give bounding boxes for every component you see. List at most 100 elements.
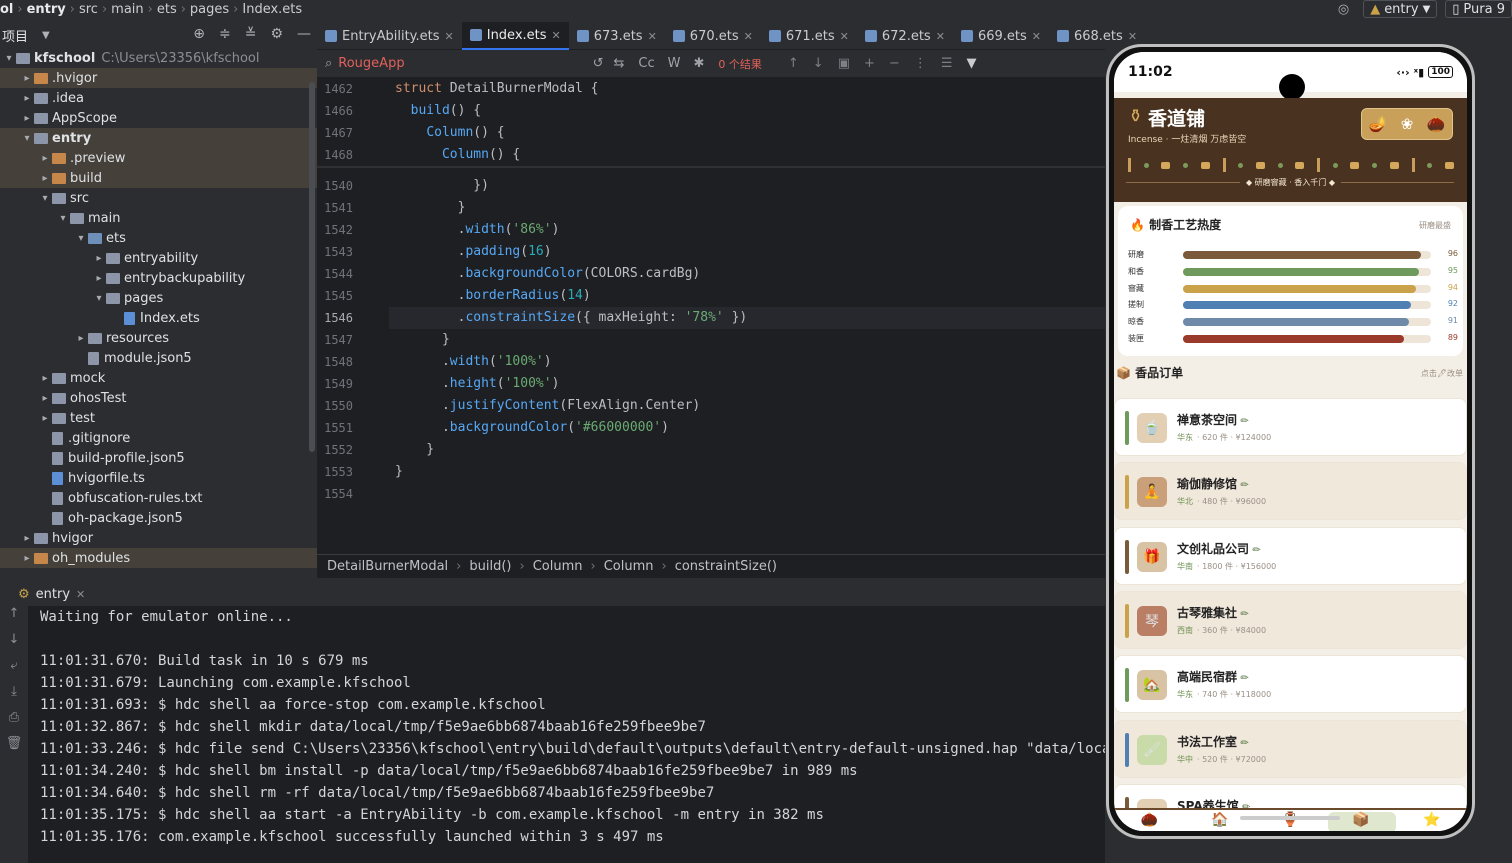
chevron-right-icon[interactable]: ▸: [38, 373, 52, 384]
print-icon[interactable]: ⎙: [0, 710, 28, 736]
nav-home-icon[interactable]: 🏠: [1211, 812, 1228, 828]
pencil-icon[interactable]: ✏: [1249, 545, 1260, 556]
code-line[interactable]: }: [395, 200, 466, 215]
breadcrumb-item[interactable]: main: [111, 2, 143, 17]
nav-urn-icon[interactable]: 🏺: [1282, 812, 1299, 828]
nav-box-icon[interactable]: 📦: [1352, 812, 1369, 828]
code-line[interactable]: }: [395, 442, 434, 457]
scroll-to-end-icon[interactable]: ⤓: [0, 684, 28, 710]
close-icon[interactable]: ✕: [1032, 30, 1041, 43]
tree-item[interactable]: Index.ets: [0, 308, 317, 328]
tree-item[interactable]: ▸ .preview: [0, 148, 317, 168]
chevron-down-icon[interactable]: ▾: [92, 293, 106, 304]
arrow-down-icon[interactable]: ↓: [813, 56, 824, 71]
chevron-right-icon[interactable]: ▸: [20, 73, 34, 84]
tree-item[interactable]: ▸ oh_modules: [0, 548, 317, 568]
remove-occurrence-icon[interactable]: −: [889, 56, 900, 71]
chevron-down-icon[interactable]: ▾: [38, 193, 52, 204]
editor-tab[interactable]: Index.ets ✕: [461, 22, 569, 50]
breadcrumb-item[interactable]: entry: [27, 2, 66, 17]
chevron-right-icon[interactable]: ▸: [38, 173, 52, 184]
sticky-code-line[interactable]: build() {: [395, 103, 481, 118]
chevron-right-icon[interactable]: ▸: [74, 333, 88, 344]
lamp-icon[interactable]: 🪔: [1369, 115, 1388, 133]
tree-item[interactable]: .gitignore: [0, 428, 317, 448]
chevron-right-icon[interactable]: ▸: [20, 553, 34, 564]
chestnut-icon[interactable]: 🌰: [1427, 115, 1446, 133]
close-icon[interactable]: ✕: [552, 29, 561, 42]
breadcrumb-item[interactable]: build(): [469, 559, 511, 574]
breadcrumb-item[interactable]: DetailBurnerModal: [327, 559, 448, 574]
tree-item[interactable]: ▾ main: [0, 208, 317, 228]
sticky-code-line[interactable]: struct DetailBurnerModal {: [395, 81, 599, 96]
trash-icon[interactable]: 🗑: [0, 736, 28, 762]
gear-icon[interactable]: ⚙: [270, 26, 283, 42]
run-console[interactable]: Waiting for emulator online... 11:01:31.6…: [28, 606, 1105, 863]
flower-icon[interactable]: ❀: [1401, 115, 1414, 133]
close-icon[interactable]: ✕: [744, 30, 753, 43]
add-occurrence-icon[interactable]: +: [864, 56, 875, 71]
sticky-code-line[interactable]: Column() {: [395, 147, 520, 162]
tree-item[interactable]: ▾ entry: [0, 128, 317, 148]
breadcrumb-item[interactable]: constraintSize(): [675, 559, 777, 574]
editor-tab[interactable]: 672.ets ✕: [857, 22, 953, 50]
code-line[interactable]: }: [395, 332, 450, 347]
tree-item[interactable]: ▾ pages: [0, 288, 317, 308]
select-occurrences-icon[interactable]: ⋮: [914, 56, 927, 71]
pencil-icon[interactable]: ✏: [1237, 416, 1248, 427]
editor-tab[interactable]: 669.ets ✕: [953, 22, 1049, 50]
close-icon[interactable]: ✕: [445, 30, 454, 43]
code-line[interactable]: .backgroundColor(COLORS.cardBg): [395, 266, 701, 281]
code-line[interactable]: .constraintSize({ maxHeight: '78%' }): [395, 310, 748, 325]
match-case-toggle[interactable]: Cc: [638, 56, 654, 71]
chevron-right-icon[interactable]: ▸: [92, 273, 106, 284]
tree-item[interactable]: ▸ entrybackupability: [0, 268, 317, 288]
minimize-icon[interactable]: —: [297, 26, 311, 42]
sticky-code-line[interactable]: Column() {: [395, 125, 504, 140]
breadcrumb-item[interactable]: ets: [157, 2, 177, 17]
regex-toggle[interactable]: ✱: [693, 56, 704, 71]
pencil-icon[interactable]: ✏: [1237, 480, 1248, 491]
pencil-icon[interactable]: ✏: [1237, 738, 1248, 749]
soft-wrap-icon[interactable]: ⤶: [0, 658, 28, 684]
chevron-right-icon[interactable]: ▸: [92, 253, 106, 264]
arrow-down-icon[interactable]: ↓: [0, 632, 28, 658]
tree-item[interactable]: oh-package.json5: [0, 508, 317, 528]
code-line[interactable]: .width('100%'): [395, 354, 552, 369]
chevron-right-icon[interactable]: ▸: [38, 153, 52, 164]
device-select[interactable]: ▯ Pura 9: [1445, 0, 1512, 18]
order-card[interactable]: 🖌 书法工作室 ✏ 华中 · 520 件 · ¥72000: [1114, 719, 1467, 778]
close-icon[interactable]: ✕: [76, 588, 85, 601]
tree-item[interactable]: hvigorfile.ts: [0, 468, 317, 488]
tree-item[interactable]: ▾ ets: [0, 228, 317, 248]
order-card[interactable]: 🏡 高端民宿群 ✏ 华东 · 740 件 · ¥118000: [1114, 655, 1467, 714]
chevron-right-icon[interactable]: ▸: [38, 413, 52, 424]
chevron-down-icon[interactable]: ▾: [74, 233, 88, 244]
search-history-icon[interactable]: ↺: [593, 56, 604, 71]
home-indicator[interactable]: [1240, 816, 1340, 820]
tree-item[interactable]: ▸ .hvigor: [0, 68, 317, 88]
breadcrumb-item[interactable]: Index.ets: [242, 2, 302, 17]
chevron-right-icon[interactable]: ▸: [20, 533, 34, 544]
nav-chestnut-icon[interactable]: 🌰: [1141, 812, 1158, 828]
tree-item[interactable]: module.json5: [0, 348, 317, 368]
arrow-up-icon[interactable]: ↑: [0, 606, 28, 632]
chevron-right-icon[interactable]: ▸: [20, 93, 34, 104]
filter-options-icon[interactable]: ☰: [941, 56, 953, 71]
editor-tab[interactable]: 671.ets ✕: [761, 22, 857, 50]
tree-item[interactable]: ▸ .idea: [0, 88, 317, 108]
breadcrumb-item[interactable]: ol: [0, 2, 13, 17]
tree-item[interactable]: ▸ hvigor: [0, 528, 317, 548]
breadcrumb-item[interactable]: src: [79, 2, 98, 17]
expand-all-icon[interactable]: ≑: [219, 26, 231, 42]
chevron-down-icon[interactable]: ▾: [56, 213, 70, 224]
close-icon[interactable]: ✕: [1128, 30, 1137, 43]
chevron-right-icon[interactable]: ▸: [20, 113, 34, 124]
target-icon[interactable]: ◎: [1338, 2, 1349, 17]
breadcrumb-item[interactable]: Column: [604, 559, 654, 574]
search-input[interactable]: RougeApp: [338, 56, 404, 71]
editor-tab[interactable]: 670.ets ✕: [665, 22, 761, 50]
tree-item[interactable]: build-profile.json5: [0, 448, 317, 468]
replace-toggle-icon[interactable]: ⇆: [613, 56, 624, 71]
close-icon[interactable]: ✕: [648, 30, 657, 43]
